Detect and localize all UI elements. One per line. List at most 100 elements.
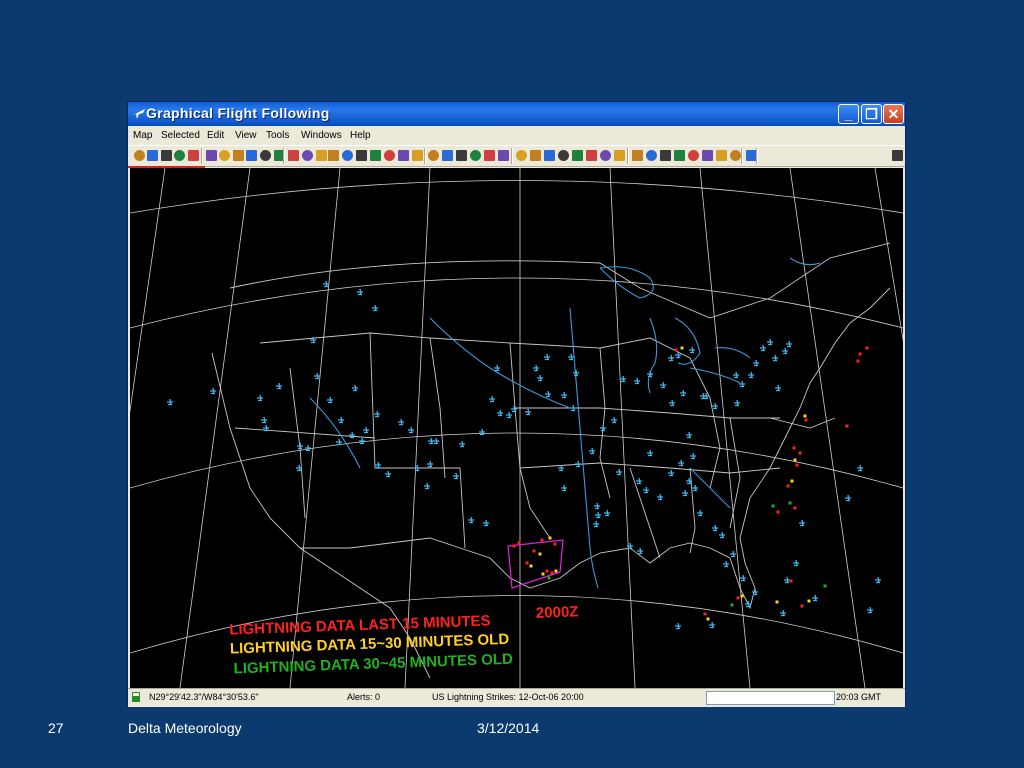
airplane-icon[interactable] <box>682 489 688 497</box>
airplane-icon[interactable] <box>276 382 282 390</box>
toolbar-button[interactable] <box>614 150 625 161</box>
airplane-icon[interactable] <box>375 461 381 469</box>
toolbar-button[interactable] <box>660 150 671 161</box>
airplane-icon[interactable] <box>424 482 430 490</box>
flight-map[interactable]: LIGHTNING DATA LAST 15 MINUTES 2000Z LIG… <box>130 168 903 688</box>
airplane-icon[interactable] <box>784 576 790 584</box>
airplane-icon[interactable] <box>775 384 781 392</box>
airplane-icon[interactable] <box>570 404 576 412</box>
airplane-icon[interactable] <box>678 459 684 467</box>
airplane-icon[interactable] <box>544 353 550 361</box>
airplane-icon[interactable] <box>669 399 675 407</box>
toolbar-button[interactable] <box>632 150 643 161</box>
airplane-icon[interactable] <box>408 426 414 434</box>
airplane-icon[interactable] <box>261 416 267 424</box>
toolbar-button[interactable] <box>730 150 741 161</box>
airplane-icon[interactable] <box>589 447 595 455</box>
airplane-icon[interactable] <box>675 622 681 630</box>
toolbar-button[interactable] <box>174 150 185 161</box>
close-button[interactable]: ✕ <box>883 104 904 124</box>
airplane-icon[interactable] <box>748 371 754 379</box>
toolbar-button[interactable] <box>134 150 145 161</box>
airplane-icon[interactable] <box>668 354 674 362</box>
airplane-icon[interactable] <box>511 405 517 413</box>
toolbar-button[interactable] <box>370 150 381 161</box>
airplane-icon[interactable] <box>357 288 363 296</box>
toolbar-button[interactable] <box>328 150 339 161</box>
airplane-icon[interactable] <box>697 509 703 517</box>
toolbar-button[interactable] <box>646 150 657 161</box>
airplane-icon[interactable] <box>497 409 503 417</box>
airplane-icon[interactable] <box>668 469 674 477</box>
airplane-icon[interactable] <box>712 524 718 532</box>
toolbar-button[interactable] <box>516 150 527 161</box>
toolbar-button[interactable] <box>558 150 569 161</box>
airplane-icon[interactable] <box>489 395 495 403</box>
airplane-icon[interactable] <box>314 372 320 380</box>
airplane-icon[interactable] <box>733 371 739 379</box>
airplane-icon[interactable] <box>740 574 746 582</box>
airplane-icon[interactable] <box>545 390 551 398</box>
airplane-icon[interactable] <box>525 408 531 416</box>
menu-windows[interactable]: Windows <box>301 130 342 141</box>
airplane-icon[interactable] <box>600 424 606 432</box>
airplane-icon[interactable] <box>760 344 766 352</box>
toolbar-button[interactable] <box>892 150 903 161</box>
airplane-icon[interactable] <box>780 609 786 617</box>
airplane-icon[interactable] <box>210 387 216 395</box>
toolbar-button[interactable] <box>484 150 495 161</box>
airplane-icon[interactable] <box>620 375 626 383</box>
airplane-icon[interactable] <box>604 509 610 517</box>
airplane-icon[interactable] <box>533 364 539 372</box>
toolbar-button[interactable] <box>288 150 299 161</box>
toolbar-button[interactable] <box>428 150 439 161</box>
airplane-icon[interactable] <box>730 550 736 558</box>
airplane-icon[interactable] <box>616 468 622 476</box>
airplane-icon[interactable] <box>845 494 851 502</box>
toolbar-button[interactable] <box>586 150 597 161</box>
airplane-icon[interactable] <box>772 354 778 362</box>
toolbar-button[interactable] <box>246 150 257 161</box>
airplane-icon[interactable] <box>349 431 355 439</box>
airplane-icon[interactable] <box>479 428 485 436</box>
toolbar-button[interactable] <box>442 150 453 161</box>
airplane-icon[interactable] <box>359 437 365 445</box>
airplane-icon[interactable] <box>573 369 579 377</box>
toolbar-button[interactable] <box>316 150 327 161</box>
toolbar-button[interactable] <box>456 150 467 161</box>
toolbar-button[interactable] <box>356 150 367 161</box>
toolbar-button[interactable] <box>147 150 158 161</box>
airplane-icon[interactable] <box>686 431 692 439</box>
toolbar-button[interactable] <box>342 150 353 161</box>
airplane-icon[interactable] <box>537 374 543 382</box>
airplane-icon[interactable] <box>611 416 617 424</box>
airplane-icon[interactable] <box>812 594 818 602</box>
menu-selected[interactable]: Selected <box>161 130 200 141</box>
toolbar-button[interactable] <box>412 150 423 161</box>
menu-map[interactable]: Map <box>133 130 152 141</box>
airplane-icon[interactable] <box>739 380 745 388</box>
airplane-icon[interactable] <box>372 304 378 312</box>
toolbar-button[interactable] <box>688 150 699 161</box>
status-input[interactable] <box>706 691 835 705</box>
menu-view[interactable]: View <box>235 130 257 141</box>
toolbar-button[interactable] <box>302 150 313 161</box>
airplane-icon[interactable] <box>305 444 311 452</box>
minimize-button[interactable]: _ <box>838 104 859 124</box>
airplane-icon[interactable] <box>753 359 759 367</box>
airplane-icon[interactable] <box>427 460 433 468</box>
airplane-icon[interactable] <box>468 516 474 524</box>
menu-tools[interactable]: Tools <box>266 130 289 141</box>
toolbar-button[interactable] <box>161 150 172 161</box>
airplane-icon[interactable] <box>634 377 640 385</box>
airplane-icon[interactable] <box>561 391 567 399</box>
airplane-icon[interactable] <box>799 519 805 527</box>
airplane-icon[interactable] <box>594 502 600 510</box>
airplane-icon[interactable] <box>734 399 740 407</box>
airplane-icon[interactable] <box>363 426 369 434</box>
airplane-icon[interactable] <box>338 416 344 424</box>
airplane-icon[interactable] <box>723 560 729 568</box>
menu-help[interactable]: Help <box>350 130 371 141</box>
airplane-icon[interactable] <box>167 398 173 406</box>
toolbar-button[interactable] <box>260 150 271 161</box>
